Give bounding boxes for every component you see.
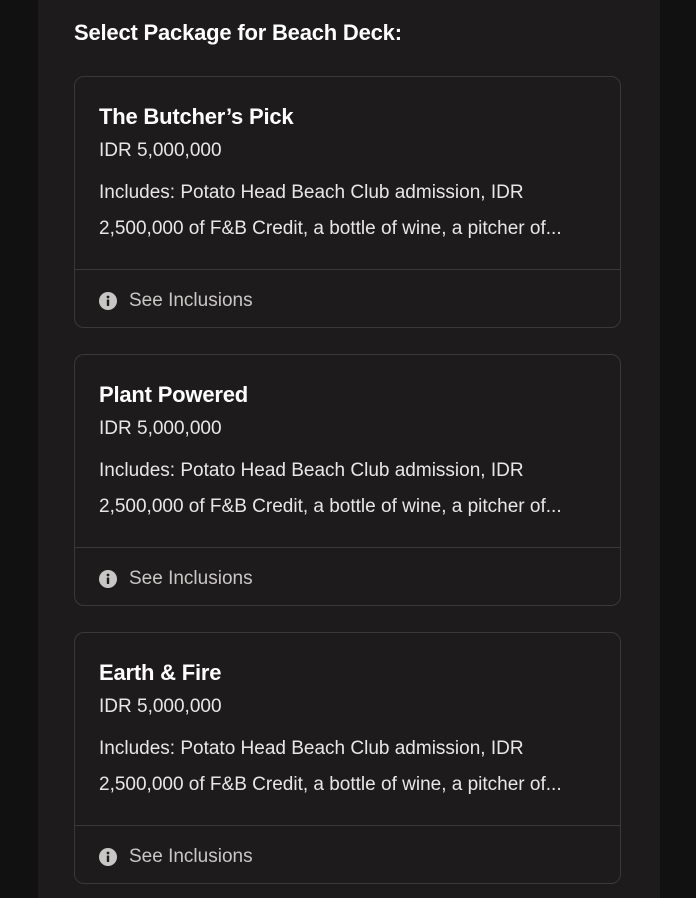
card-body: The Butcher’s Pick IDR 5,000,000 Include… <box>99 103 596 247</box>
card-body: Earth & Fire IDR 5,000,000 Includes: Pot… <box>99 659 596 803</box>
package-title: The Butcher’s Pick <box>99 104 294 129</box>
info-circle-icon <box>99 848 117 866</box>
info-circle-icon <box>99 570 117 588</box>
see-inclusions-link[interactable]: See Inclusions <box>99 567 253 591</box>
see-inclusions-label: See Inclusions <box>129 290 253 311</box>
package-title: Plant Powered <box>99 382 248 407</box>
package-description: Includes: Potato Head Beach Club admissi… <box>99 460 562 517</box>
card-divider <box>75 269 620 270</box>
see-inclusions-label: See Inclusions <box>129 568 253 589</box>
package-description: Includes: Potato Head Beach Club admissi… <box>99 182 562 239</box>
card-divider <box>75 547 620 548</box>
package-card-plant-powered[interactable]: Plant Powered IDR 5,000,000 Includes: Po… <box>74 354 621 606</box>
package-description: Includes: Potato Head Beach Club admissi… <box>99 738 562 795</box>
package-card-butchers-pick[interactable]: The Butcher’s Pick IDR 5,000,000 Include… <box>74 76 621 328</box>
see-inclusions-label: See Inclusions <box>129 846 253 867</box>
page-title: Select Package for Beach Deck: <box>74 20 402 45</box>
see-inclusions-link[interactable]: See Inclusions <box>99 289 253 313</box>
package-price: IDR 5,000,000 <box>99 696 222 717</box>
card-divider <box>75 825 620 826</box>
see-inclusions-link[interactable]: See Inclusions <box>99 845 253 869</box>
info-circle-icon <box>99 292 117 310</box>
package-price: IDR 5,000,000 <box>99 140 222 161</box>
package-card-earth-and-fire[interactable]: Earth & Fire IDR 5,000,000 Includes: Pot… <box>74 632 621 884</box>
card-body: Plant Powered IDR 5,000,000 Includes: Po… <box>99 381 596 525</box>
package-selection-panel: Select Package for Beach Deck: The Butch… <box>38 0 660 898</box>
package-price: IDR 5,000,000 <box>99 418 222 439</box>
package-title: Earth & Fire <box>99 660 222 685</box>
